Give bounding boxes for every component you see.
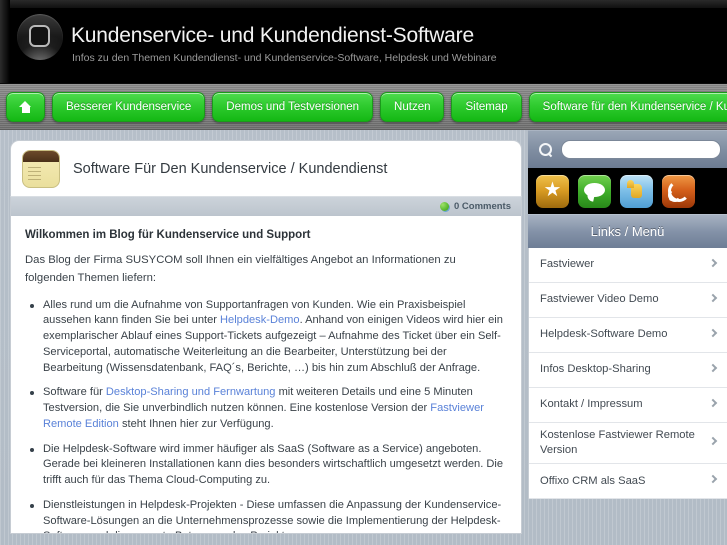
sidebar-item-2[interactable]: Helpdesk-Software Demo	[529, 318, 727, 353]
speech-bubble-shape	[584, 182, 605, 197]
notepad-icon	[22, 149, 60, 188]
sidebar-item-label: Offixo CRM als SaaS	[540, 474, 646, 487]
thumbs-up-shape	[627, 179, 642, 198]
topic-bullet-item: Dienstleistungen in Helpdesk-Projekten -…	[25, 498, 507, 533]
sidebar-item-label: Infos Desktop-Sharing	[540, 363, 651, 376]
chevron-right-icon	[708, 293, 718, 303]
thumbs-up-icon[interactable]	[620, 174, 653, 208]
rounded-square-logo-icon	[29, 25, 50, 47]
intro-paragraph: Das Blog der Firma SUSYCOM soll Ihnen ei…	[25, 254, 456, 285]
bullet-text: Die Helpdesk-Software wird immer häufige…	[43, 442, 504, 487]
sidebar-heading: Links / Menü	[528, 214, 727, 248]
inline-link[interactable]: Desktop-Sharing und Fernwartung	[106, 386, 276, 398]
sidebar-item-label: Kostenlose Fastviewer Remote Version	[540, 429, 695, 457]
topic-bullet-item: Die Helpdesk-Software wird immer häufige…	[25, 442, 507, 489]
intro-heading: Wilkommen im Blog für Kundenservice und …	[25, 229, 311, 241]
page-title: Software Für Den Kundenservice / Kundend…	[73, 160, 388, 177]
site-header: Kundenservice- und Kundendienst-Software…	[0, 0, 727, 84]
sidebar-item-label: Fastviewer Video Demo	[540, 293, 659, 306]
sidebar-item-0[interactable]: Fastviewer	[529, 248, 727, 283]
sidebar-item-label: Helpdesk-Software Demo	[540, 328, 668, 341]
sidebar-item-label: Fastviewer	[540, 258, 595, 271]
sidebar-item-6[interactable]: Offixo CRM als SaaS	[529, 464, 727, 500]
home-icon	[19, 100, 32, 113]
star-glyph: ★	[543, 178, 562, 201]
comments-pinwheel-icon	[439, 202, 449, 211]
star-icon[interactable]: ★	[536, 174, 569, 208]
inline-link[interactable]: Helpdesk-Demo	[220, 314, 300, 326]
speech-bubble-icon[interactable]	[578, 174, 611, 208]
nav-item-sitemap[interactable]: Sitemap	[451, 91, 522, 122]
bullet-text: steht Ihnen hier zur Verfügung.	[118, 417, 274, 430]
main-content: Software Für Den Kundenservice / Kundend…	[10, 140, 522, 545]
sidebar-menu-list: Fastviewer Fastviewer Video Demo Helpdesk-…	[528, 248, 727, 500]
nav-item-nutzen[interactable]: Nutzen	[380, 91, 445, 122]
main-navigation: Besserer Kundenservice Demos und Testver…	[0, 84, 727, 130]
topic-bullet-item: Software für Desktop-Sharing und Fernwar…	[25, 385, 507, 432]
post-body: Wilkommen im Blog für Kundenservice und …	[10, 216, 522, 534]
content-columns: Software Für Den Kundenservice / Kundend…	[0, 130, 727, 545]
post-header: Software Für Den Kundenservice / Kundend…	[10, 140, 522, 196]
chevron-right-icon	[708, 258, 718, 268]
chevron-right-icon	[708, 363, 718, 373]
chevron-right-icon	[708, 474, 718, 484]
site-title: Kundenservice- und Kundendienst-Software	[71, 24, 474, 47]
post-meta-bar: 0 Comments	[10, 196, 522, 216]
search-input[interactable]	[561, 140, 721, 159]
sidebar-item-label: Kontakt / Impressum	[540, 398, 643, 411]
chevron-right-icon	[708, 398, 718, 408]
social-icon-strip: ★	[528, 168, 727, 214]
page-root: Kundenservice- und Kundendienst-Software…	[0, 0, 727, 545]
nav-home-button[interactable]	[6, 91, 45, 122]
nav-item-software-kundenservice[interactable]: Software für den Kundenservice / Kundend…	[528, 91, 727, 122]
nav-item-besserer-kundenservice[interactable]: Besserer Kundenservice	[52, 91, 206, 122]
site-tagline: Infos zu den Themen Kundendienst- und Ku…	[72, 52, 497, 64]
rss-icon[interactable]	[662, 174, 695, 208]
sidebar: ★ Links / Menü Fastviewer Fastviewer Vide…	[528, 130, 727, 545]
bullet-text: Dienstleistungen in Helpdesk-Projekten -…	[43, 498, 502, 533]
nav-item-demos-und-testversionen[interactable]: Demos und Testversionen	[212, 91, 374, 122]
site-logo[interactable]	[17, 14, 63, 60]
topic-bullet-item: Alles rund um die Aufnahme von Supportan…	[25, 298, 507, 377]
chevron-right-icon	[708, 436, 718, 446]
sidebar-item-4[interactable]: Kontakt / Impressum	[529, 388, 727, 423]
bullet-text: Software für	[43, 386, 106, 399]
comments-count[interactable]: 0 Comments	[454, 201, 511, 212]
sidebar-item-3[interactable]: Infos Desktop-Sharing	[529, 353, 727, 388]
chevron-right-icon	[708, 328, 718, 338]
sidebar-item-5[interactable]: Kostenlose Fastviewer Remote Version	[529, 423, 727, 465]
rss-arc-outer	[668, 179, 690, 202]
sidebar-item-1[interactable]: Fastviewer Video Demo	[529, 283, 727, 318]
search-icon[interactable]	[538, 142, 553, 157]
search-bar	[528, 130, 727, 168]
topic-bullet-list: Alles rund um die Aufnahme von Supportan…	[25, 298, 507, 533]
